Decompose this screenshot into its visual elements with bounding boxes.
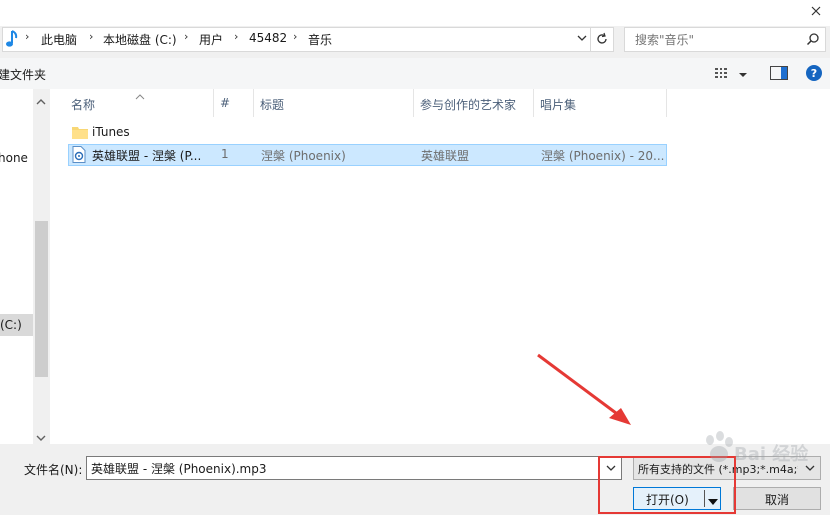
nav-scroll-thumb[interactable] [35,221,48,377]
history-dropdown-icon[interactable] [576,32,588,47]
nav-item-phone[interactable]: hone [0,151,28,165]
nav-item-drive[interactable]: (C:) [0,314,33,336]
cancel-button-label: 取消 [764,493,789,507]
column-divider [413,89,414,117]
chevron-right-icon: › [184,30,189,43]
svg-text:?: ? [811,67,817,80]
column-header-number[interactable]: # [220,96,230,110]
address-divider [590,28,591,51]
search-input[interactable] [633,29,807,51]
column-divider [666,89,667,117]
filename-input[interactable] [89,459,593,477]
audio-file-icon [72,146,86,166]
refresh-icon[interactable] [595,32,609,49]
help-icon[interactable]: ? [806,65,822,84]
column-divider [533,89,534,117]
music-folder-icon [5,29,19,52]
search-box[interactable] [624,27,826,52]
close-icon[interactable] [806,3,826,21]
column-header-title[interactable]: 标题 [260,96,284,113]
column-header-artist[interactable]: 参与创作的艺术家 [420,96,516,113]
view-dropdown-icon[interactable] [738,68,748,82]
breadcrumb-this-pc[interactable]: 此电脑 [41,31,77,48]
title-bar [0,0,830,26]
column-divider [213,89,214,117]
chevron-right-icon: › [89,30,94,43]
scroll-down-icon[interactable] [36,431,46,445]
track-album: 涅槃 (Phoenix) - 20... [541,149,665,163]
column-header-name[interactable]: 名称 [71,96,95,113]
chevron-right-icon: › [234,30,239,43]
breadcrumb-users[interactable]: 用户 [199,31,223,48]
chevron-right-icon: › [25,30,30,43]
toolbar: 建文件夹 ? [0,58,830,89]
file-list: 名称 # 标题 参与创作的艺术家 唱片集 iTunes 英雄联盟 - 涅槃 (P… [50,89,830,444]
file-name: 英雄联盟 - 涅槃 (P... [92,149,202,163]
track-artist: 英雄联盟 [421,149,470,163]
file-name: iTunes [92,125,130,139]
track-title: 涅槃 (Phoenix) [261,149,346,163]
paw-logo-icon [706,431,733,462]
scroll-up-icon[interactable] [36,95,46,109]
breadcrumb-user[interactable]: 45482 [249,31,287,45]
nav-item-drive-label: (C:) [0,318,22,332]
address-bar[interactable]: › 此电脑 › 本地磁盘 (C:) › 用户 › 45482 › 音乐 [2,27,614,52]
list-item[interactable]: iTunes [68,122,666,142]
sort-ascending-icon [135,89,145,103]
track-number: 1 [221,147,229,161]
column-divider [253,89,254,117]
folder-icon [72,125,88,142]
filename-label: 文件名(N): [24,463,83,477]
watermark-text: Bai 经验 [734,444,809,465]
column-header-album[interactable]: 唱片集 [540,96,576,113]
preview-pane-icon[interactable] [770,66,788,83]
new-folder-button[interactable]: 建文件夹 [0,66,46,83]
breadcrumb-local-disk[interactable]: 本地磁盘 (C:) [103,31,177,48]
watermark: Bai 经验 [690,428,820,472]
cancel-button[interactable]: 取消 [733,487,821,510]
annotation-arrow [537,353,631,425]
chevron-right-icon: › [293,30,298,43]
search-icon[interactable] [806,32,820,49]
breadcrumb-music[interactable]: 音乐 [308,31,332,48]
list-item-selected[interactable]: 英雄联盟 - 涅槃 (P... 1 涅槃 (Phoenix) 英雄联盟 涅槃 (… [68,144,667,166]
filename-combobox[interactable] [86,456,622,480]
navigation-pane: hone (C:) [0,89,33,444]
view-options-icon[interactable] [715,67,731,82]
